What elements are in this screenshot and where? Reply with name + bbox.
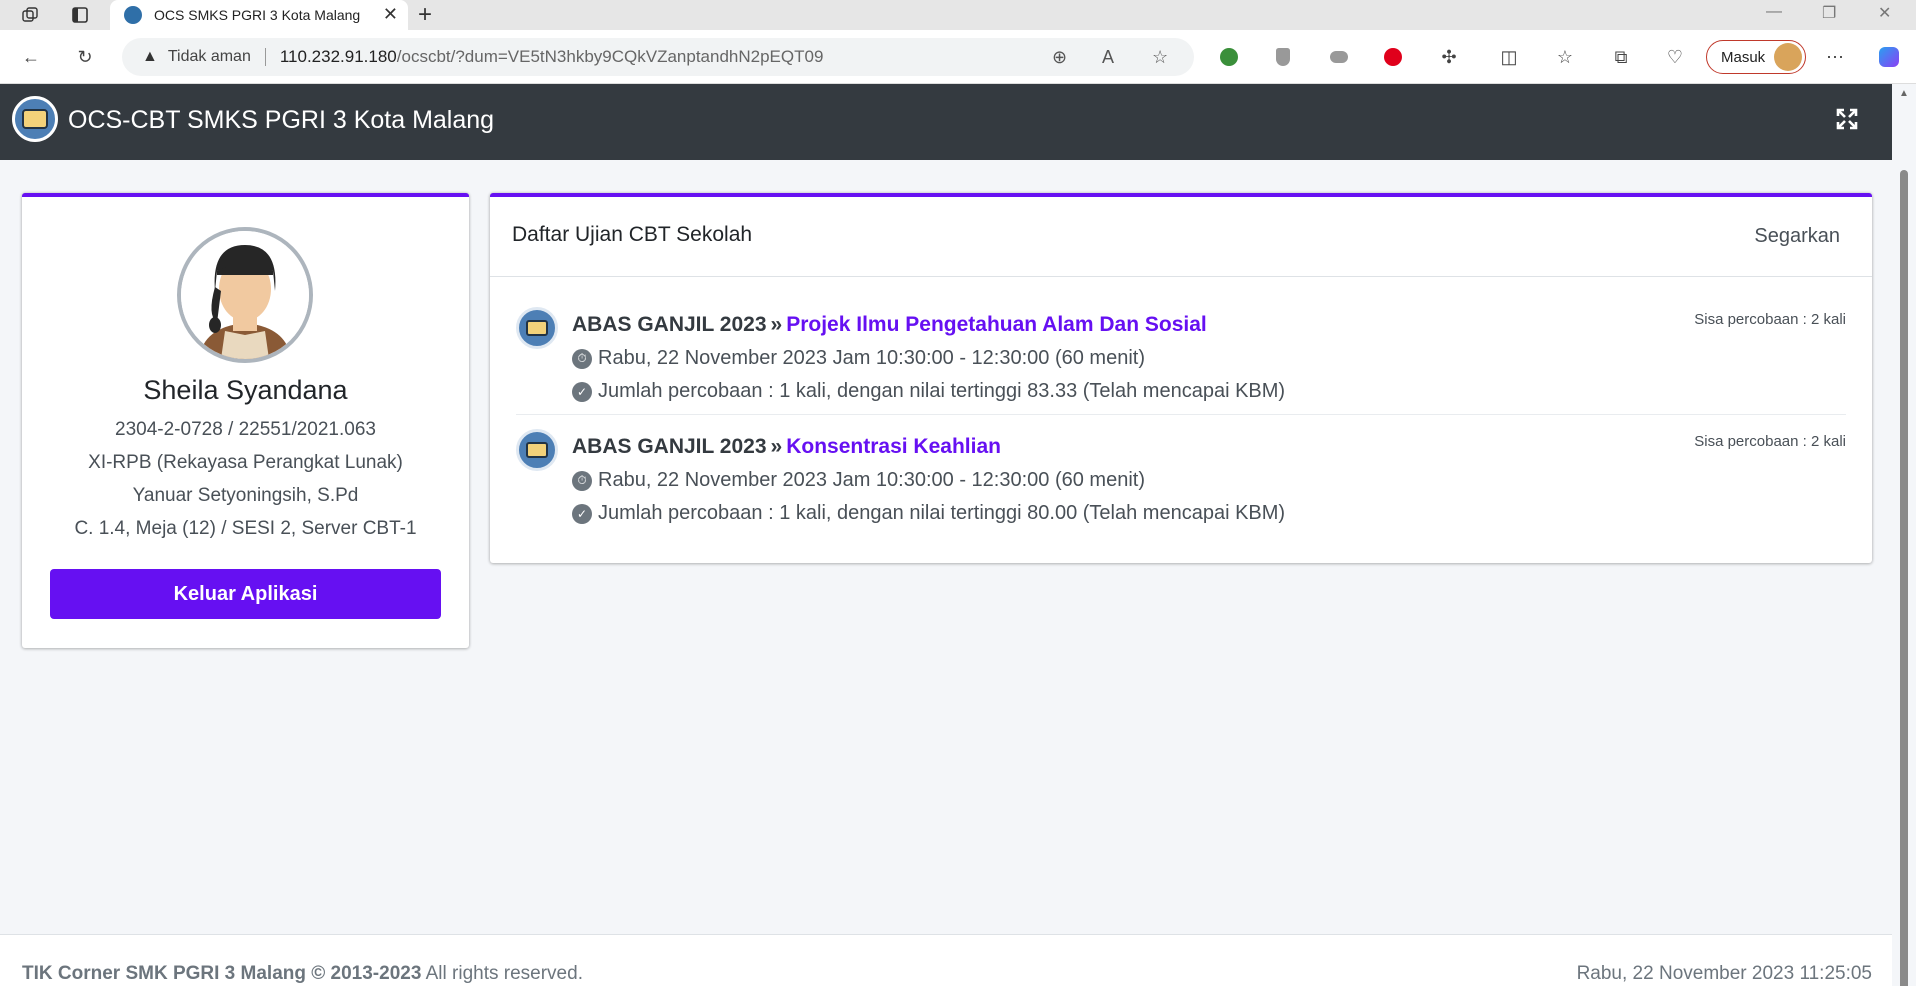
address-separator: [264, 48, 266, 66]
student-room: C. 1.4, Meja (12) / SESI 2, Server CBT-1: [74, 518, 417, 539]
app-title: OCS-CBT SMKS PGRI 3 Kota Malang: [68, 106, 495, 134]
minimize-icon[interactable]: —: [1766, 3, 1782, 21]
exam-list-item[interactable]: ABAS GANJIL 2023» Konsentrasi Keahlian ⏱ R…: [516, 425, 1846, 537]
exam-list-title: Daftar Ujian CBT Sekolah: [512, 223, 753, 246]
school-logo-icon: [12, 96, 58, 142]
footer-copyright: TIK Corner SMK PGRI 3 Malang © 2013-2023…: [22, 963, 583, 985]
close-window-icon[interactable]: ✕: [1878, 3, 1891, 23]
more-menu-icon[interactable]: ⋯: [1822, 44, 1848, 70]
scrollbar-thumb[interactable]: [1900, 170, 1908, 986]
profile-sign-in-button[interactable]: Masuk: [1706, 40, 1806, 74]
tab-actions-icon[interactable]: [68, 4, 92, 26]
extensions-puzzle-icon[interactable]: ✣: [1436, 44, 1462, 70]
app-header: OCS-CBT SMKS PGRI 3 Kota Malang: [0, 84, 1892, 160]
url-path: /ocscbt/?dum=VE5tN3hkby9CQkVZanptandhN2p…: [396, 47, 824, 66]
student-teacher: Yanuar Setyoningsih, S.Pd: [132, 485, 359, 506]
profile-card: Sheila Syandana 2304-2-0728 / 22551/2021…: [22, 193, 469, 648]
new-tab-icon[interactable]: +: [418, 2, 432, 28]
close-tab-icon[interactable]: ✕: [383, 4, 398, 25]
exam-attempts-text: Jumlah percobaan : 1 kali, dengan nilai …: [598, 502, 1286, 524]
security-label: Tidak aman: [167, 48, 251, 65]
exam-list-header: Daftar Ujian CBT Sekolah Segarkan: [490, 197, 1872, 277]
favorites-icon[interactable]: ☆: [1552, 44, 1578, 70]
exam-heading: ABAS GANJIL 2023» Projek Ilmu Pengetahuan…: [572, 313, 1207, 337]
back-icon[interactable]: ←: [18, 44, 44, 70]
student-name: Sheila Syandana: [143, 375, 348, 405]
reload-icon[interactable]: ↻: [72, 44, 98, 70]
exam-schedule-text: Rabu, 22 November 2023 Jam 10:30:00 - 12…: [598, 469, 1145, 491]
double-chevron-right-icon: »: [770, 313, 783, 336]
expand-icon[interactable]: [1836, 108, 1858, 137]
student-class: XI-RPB (Rekayasa Perangkat Lunak): [88, 452, 403, 473]
extension-opera-icon[interactable]: [1380, 44, 1406, 70]
extension-cloud-icon[interactable]: [1326, 44, 1352, 70]
split-screen-icon[interactable]: ◫: [1496, 44, 1522, 70]
collections-icon[interactable]: ⧉: [1608, 44, 1634, 70]
site-favicon-icon: [124, 6, 142, 24]
exam-attempts: ✓ Jumlah percobaan : 1 kali, dengan nilai…: [572, 380, 1285, 403]
stopwatch-icon: ⏱: [572, 348, 592, 369]
refresh-button[interactable]: Segarkan: [1754, 225, 1840, 248]
exam-list-card: Daftar Ujian CBT Sekolah Segarkan ABAS G…: [490, 193, 1872, 563]
student-avatar: [177, 227, 313, 363]
browser-tab-active[interactable]: OCS SMKS PGRI 3 Kota Malang ✕: [110, 0, 408, 30]
exam-heading: ABAS GANJIL 2023» Konsentrasi Keahlian: [572, 435, 1001, 459]
logout-button[interactable]: Keluar Aplikasi: [50, 569, 441, 619]
exam-logo-icon: [516, 307, 558, 349]
extension-shield-icon[interactable]: [1270, 44, 1296, 70]
tab-title: OCS SMKS PGRI 3 Kota Malang: [154, 7, 361, 23]
read-aloud-icon[interactable]: A: [1102, 47, 1114, 68]
exam-schedule: ⏱ Rabu, 22 November 2023 Jam 10:30:00 - 1…: [572, 347, 1145, 370]
exam-schedule: ⏱ Rabu, 22 November 2023 Jam 10:30:00 - 1…: [572, 469, 1145, 492]
exam-attempts: ✓ Jumlah percobaan : 1 kali, dengan nilai…: [572, 502, 1285, 525]
profile-sign-in-label: Masuk: [1721, 48, 1766, 66]
copilot-icon[interactable]: [1876, 44, 1902, 70]
exam-remaining-attempts: Sisa percobaan : 2 kali: [1694, 433, 1846, 450]
check-circle-icon: ✓: [572, 503, 592, 524]
browser-tab-bar: OCS SMKS PGRI 3 Kota Malang ✕ + — ❐ ✕: [0, 0, 1916, 30]
exam-schedule-text: Rabu, 22 November 2023 Jam 10:30:00 - 12…: [598, 347, 1145, 369]
exam-attempts-text: Jumlah percobaan : 1 kali, dengan nilai …: [598, 380, 1286, 402]
warning-icon: ▲: [142, 48, 158, 65]
footer-datetime: Rabu, 22 November 2023 11:25:05: [1576, 963, 1872, 984]
check-circle-icon: ✓: [572, 381, 592, 402]
exam-remaining-attempts: Sisa percobaan : 2 kali: [1694, 311, 1846, 328]
zoom-icon[interactable]: ⊕: [1052, 47, 1067, 68]
double-chevron-right-icon: »: [770, 435, 783, 458]
exam-subject-link[interactable]: Konsentrasi Keahlian: [786, 435, 1001, 458]
page-scrollbar[interactable]: ▲: [1892, 84, 1916, 986]
page-footer: TIK Corner SMK PGRI 3 Malang © 2013-2023…: [0, 934, 1892, 986]
footer-rights: All rights reserved.: [421, 963, 583, 984]
workspaces-icon[interactable]: [18, 4, 42, 26]
exam-logo-icon: [516, 429, 558, 471]
exam-list-item[interactable]: ABAS GANJIL 2023» Projek Ilmu Pengetahuan…: [516, 303, 1846, 415]
url-host: 110.232.91.180: [279, 47, 397, 66]
scroll-up-icon[interactable]: ▲: [1899, 88, 1909, 99]
exam-period: ABAS GANJIL 2023: [572, 435, 767, 458]
browser-essentials-icon[interactable]: ♡: [1662, 44, 1688, 70]
maximize-icon[interactable]: ❐: [1822, 3, 1836, 23]
student-id: 2304-2-0728 / 22551/2021.063: [115, 419, 376, 440]
profile-avatar-icon: [1774, 43, 1802, 71]
stopwatch-icon: ⏱: [572, 470, 592, 491]
exam-subject-link[interactable]: Projek Ilmu Pengetahuan Alam Dan Sosial: [786, 313, 1207, 336]
url-text: 110.232.91.180/ocscbt/?dum=VE5tN3hkby9CQ…: [280, 47, 824, 67]
address-bar[interactable]: ▲ Tidak aman 110.232.91.180/ocscbt/?dum=…: [122, 38, 1194, 76]
footer-brand[interactable]: TIK Corner SMK PGRI 3 Malang © 2013-2023: [22, 963, 421, 984]
browser-toolbar: ← ↻ ▲ Tidak aman 110.232.91.180/ocscbt/?…: [0, 30, 1916, 84]
exam-period: ABAS GANJIL 2023: [572, 313, 767, 336]
extension-globe-icon[interactable]: [1216, 44, 1242, 70]
favorite-star-icon[interactable]: ☆: [1152, 47, 1168, 68]
